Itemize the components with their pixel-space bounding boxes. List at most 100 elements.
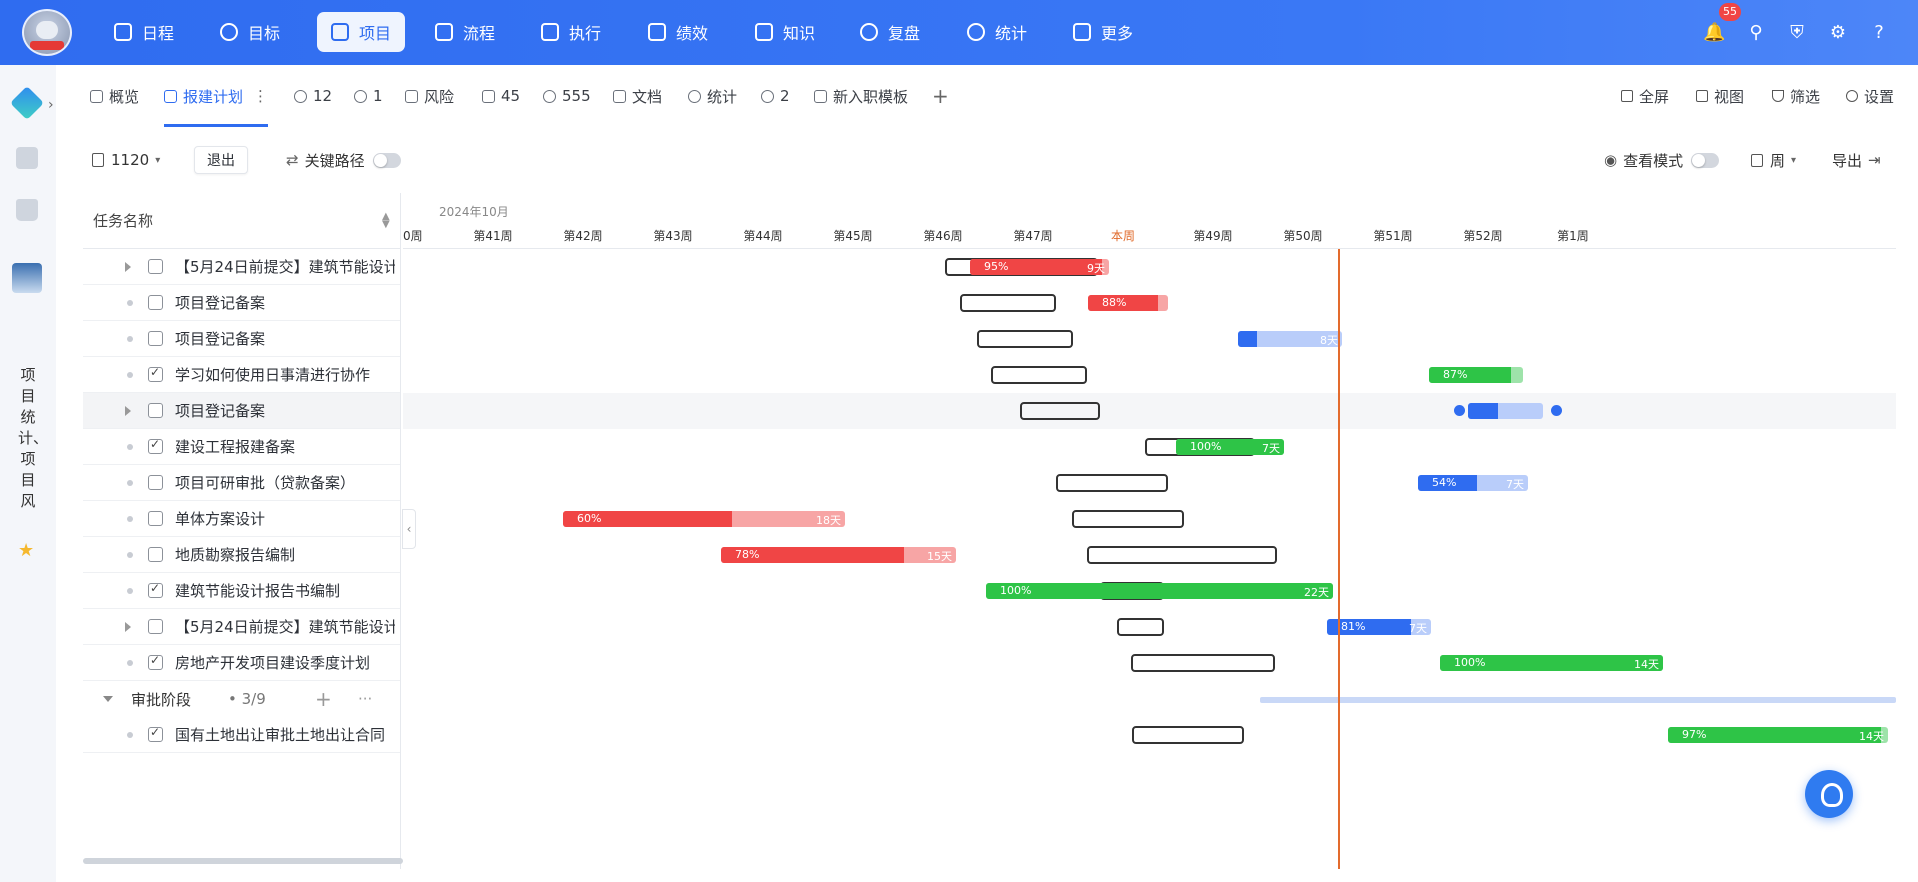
filter-button[interactable]: 筛选 [1772,65,1820,127]
baseline-bar[interactable] [1072,510,1184,528]
baseline-bar[interactable] [1131,654,1275,672]
collapse-arrow-icon[interactable] [103,696,113,702]
assistant-fab-icon[interactable] [1805,770,1853,818]
scale-select[interactable]: 周 ▾ [1751,149,1796,171]
expand-chevron-icon[interactable]: › [48,97,54,113]
group-row[interactable]: 审批阶段 • 3/9 + ··· [83,681,400,717]
export-button[interactable]: 导出 ⇥ [1832,149,1881,171]
task-checkbox[interactable] [148,437,163,454]
tab-45[interactable]: 45 [482,65,520,127]
task-row[interactable]: 国有土地出让审批土地出让合同 [83,717,400,753]
settings-button[interactable]: 设置 [1846,65,1894,127]
task-checkbox[interactable] [148,619,163,634]
task-bar[interactable]: 100% 7天 [1176,439,1284,455]
tab-2[interactable]: 2 [761,65,790,127]
tab-docs[interactable]: 文档 [613,65,662,127]
task-checkbox[interactable] [148,725,163,742]
add-tab-button[interactable]: + [932,65,949,127]
tab-overview[interactable]: 概览 [90,65,139,127]
task-row[interactable]: 建设工程报建备案 [83,429,400,465]
task-row[interactable]: 学习如何使用日事清进行协作 [83,357,400,393]
bell-icon[interactable]: 🔔 [1703,22,1725,44]
task-checkbox[interactable] [148,511,163,526]
more-icon[interactable]: ··· [358,690,372,708]
expand-caret-icon[interactable] [125,261,131,272]
task-checkbox[interactable] [148,295,163,310]
task-bar[interactable]: 95% 9天 [970,259,1109,275]
star-icon[interactable]: ★ [18,540,34,561]
baseline-bar[interactable] [991,366,1087,384]
folder-icon[interactable] [16,199,38,221]
task-row[interactable]: 【5月24日前提交】建筑节能设计 [83,249,400,285]
baseline-bar[interactable] [1087,546,1277,564]
tab-12[interactable]: 12 [294,65,332,127]
sort-icon[interactable]: ▲ ▼ [382,212,390,230]
tab-555[interactable]: 555 [543,65,591,127]
tab-stats[interactable]: 统计 [688,65,737,127]
task-checkbox[interactable] [148,475,163,490]
gear-icon[interactable]: ⚙ [1827,22,1849,44]
nav-more[interactable]: 更多 [1059,12,1147,52]
critical-path-toggle[interactable] [372,152,401,168]
task-bar[interactable]: 100% 14天 [1440,655,1663,671]
baseline-bar[interactable] [1020,402,1100,420]
task-bar[interactable]: 97% 14天 [1668,727,1888,743]
task-bar[interactable]: 87% [1429,367,1523,383]
task-checkbox[interactable] [148,581,163,598]
version-select[interactable]: 1120 ▾ [92,149,160,171]
baseline-bar[interactable] [977,330,1073,348]
task-checkbox[interactable] [148,403,163,418]
nav-performance[interactable]: 绩效 [634,12,722,52]
task-checkbox[interactable] [148,331,163,346]
task-bar[interactable]: 8天 [1238,331,1342,347]
horizontal-scrollbar[interactable] [83,858,403,864]
task-bar[interactable]: 81% 7天 [1327,619,1431,635]
task-row[interactable]: 房地产开发项目建设季度计划 [83,645,400,681]
drag-handle[interactable] [1551,405,1562,416]
expand-caret-icon[interactable] [125,621,131,632]
task-bar[interactable]: 60% 18天 [563,511,845,527]
drag-handle[interactable] [1454,405,1465,416]
shield-icon[interactable]: ⛨ [1786,22,1808,44]
task-row[interactable]: 【5月24日前提交】建筑节能设计 [83,609,400,645]
view-mode-toggle[interactable] [1691,152,1720,168]
task-checkbox[interactable] [148,365,163,382]
tab-construction-plan[interactable]: 报建计划 ⋮ [164,65,269,127]
expand-caret-icon[interactable] [125,405,131,416]
task-row[interactable]: 单体方案设计 [83,501,400,537]
task-row[interactable]: 项目登记备案 [83,393,400,429]
baseline-bar[interactable] [1117,618,1164,636]
tab-1[interactable]: 1 [354,65,383,127]
task-row[interactable]: 建筑节能设计报告书编制 [83,573,400,609]
nav-execution[interactable]: 执行 [527,12,615,52]
project-cube-icon[interactable] [10,86,44,120]
nav-process[interactable]: 流程 [421,12,509,52]
nav-schedule[interactable]: 日程 [100,12,188,52]
task-row[interactable]: 项目登记备案 [83,321,400,357]
fullscreen-button[interactable]: 全屏 [1621,65,1669,127]
project-avatar[interactable] [12,263,42,293]
dashboard-icon[interactable] [16,147,38,169]
task-checkbox[interactable] [148,259,163,274]
task-row[interactable]: 项目可研审批（贷款备案） [83,465,400,501]
task-bar[interactable] [1468,403,1543,419]
nav-goals[interactable]: 目标 [206,12,294,52]
nav-knowledge[interactable]: 知识 [741,12,829,52]
exit-button[interactable]: 退出 [194,146,248,174]
add-task-icon[interactable]: + [315,687,332,711]
search-icon[interactable]: ⚲ [1745,22,1767,44]
help-icon[interactable]: ? [1868,22,1890,44]
nav-statistics[interactable]: 统计 [953,12,1041,52]
nav-review[interactable]: 复盘 [846,12,934,52]
task-bar[interactable]: 88% [1088,295,1168,311]
tab-risk[interactable]: 风险 [405,65,454,127]
task-bar[interactable]: 54% 7天 [1418,475,1528,491]
group-summary-bar[interactable] [1260,697,1896,703]
baseline-bar[interactable] [960,294,1056,312]
baseline-bar[interactable] [1056,474,1168,492]
tab-more-icon[interactable]: ⋮ [253,87,268,105]
task-checkbox[interactable] [148,547,163,562]
task-bar[interactable]: 100% 22天 [986,583,1333,599]
view-button[interactable]: 视图 [1696,65,1744,127]
task-checkbox[interactable] [148,653,163,670]
